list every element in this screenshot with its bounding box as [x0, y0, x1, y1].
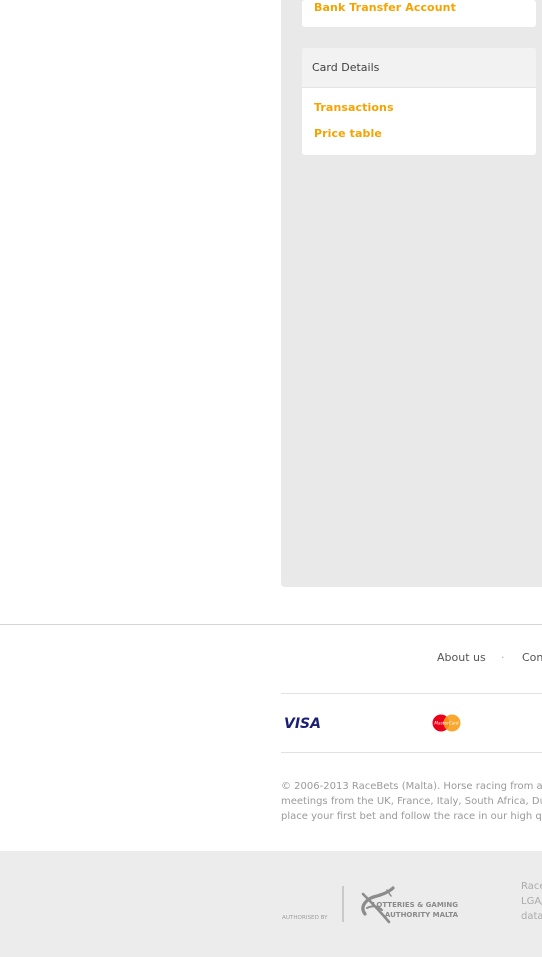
footer-divider: [0, 624, 542, 625]
footer-nav-separator: ·: [501, 651, 505, 664]
visa-logo-text: VISA: [284, 716, 321, 731]
license-info-line: data: [521, 911, 542, 922]
copyright-line: meetings from the UK, France, Italy, Sou…: [281, 796, 542, 807]
authorised-by-text: AUTHORISED BY: [282, 915, 328, 921]
license-info-text: Race LGA/ data: [521, 879, 542, 924]
payments-top-divider: [281, 693, 542, 694]
price-table-link[interactable]: Price table: [314, 127, 382, 140]
transactions-link[interactable]: Transactions: [314, 101, 394, 114]
visa-logo-icon: VISA: [284, 716, 321, 731]
copyright-line: place your first bet and follow the race…: [281, 811, 542, 822]
lga-text-line2: AUTHORITY MALTA: [385, 911, 459, 919]
card-details-header: Card Details: [302, 48, 536, 88]
card-details-title: Card Details: [312, 61, 380, 74]
mastercard-logo-icon: MasterCard: [432, 714, 461, 732]
license-info-line: LGA/: [521, 896, 542, 907]
copyright-line: © 2006-2013 RaceBets (Malta). Horse raci…: [281, 781, 542, 792]
lga-text-line1: LOTTERIES & GAMING: [372, 901, 458, 909]
card-details-box: Card Details Transactions Price table: [302, 48, 536, 155]
payment-options-box: Bank Transfer Account: [302, 0, 536, 27]
bank-transfer-account-link[interactable]: Bank Transfer Account: [314, 1, 456, 14]
mastercard-logo-text: MasterCard: [434, 721, 459, 726]
copyright-text: © 2006-2013 RaceBets (Malta). Horse raci…: [281, 779, 542, 824]
about-us-link[interactable]: About us: [437, 651, 486, 664]
license-info-line: Race: [521, 881, 542, 892]
contact-link[interactable]: Con: [522, 651, 542, 664]
payments-bottom-divider: [281, 752, 542, 753]
lga-logo-icon: AUTHORISED BY LOTTERIES & GAMING AUTHORI…: [282, 886, 459, 924]
